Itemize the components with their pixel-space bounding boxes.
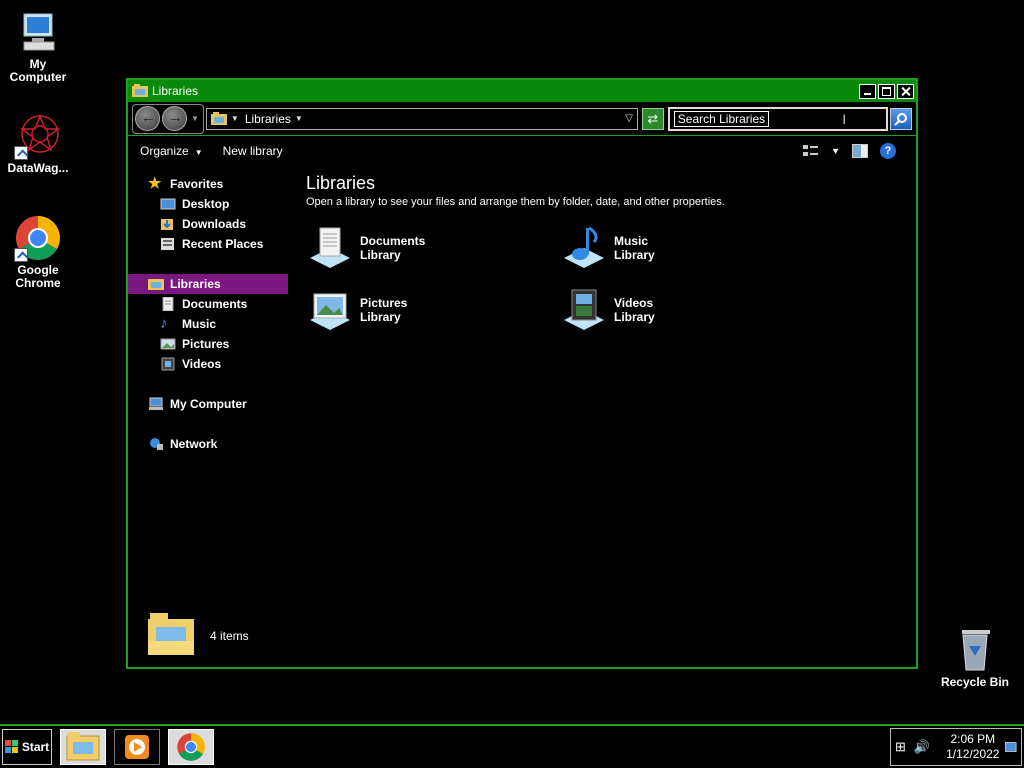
organize-button[interactable]: Organize ▼ — [140, 144, 203, 158]
nav-network[interactable]: Network — [128, 434, 288, 454]
preview-pane-icon[interactable] — [852, 144, 868, 158]
computer-icon — [148, 397, 164, 411]
library-item-videos[interactable]: Videos Library — [560, 286, 814, 334]
documents-library-icon — [306, 224, 354, 272]
desktop-icon-recycle-bin[interactable]: Recycle Bin — [936, 626, 1014, 689]
music-library-icon — [560, 224, 608, 272]
desktop-icon-label: Google Chrome — [15, 263, 61, 290]
desktop-icon-label: DataWag... — [7, 161, 69, 175]
windows-logo-icon — [4, 740, 18, 753]
volume-icon[interactable]: 🔊 — [914, 739, 930, 755]
taskbar: Start ⊞ 🔊 2:06 PM 1/12/2022 — [0, 724, 1024, 768]
computer-icon — [14, 8, 62, 56]
back-button[interactable] — [135, 106, 160, 131]
breadcrumb-arrow-icon[interactable]: ▼ — [231, 114, 239, 123]
desktop-icon — [160, 197, 176, 211]
explorer-icon — [66, 732, 100, 761]
taskbar-media-player-button[interactable] — [114, 729, 160, 765]
explorer-window: Libraries ▼ ▼ Libraries ▼ ▽ ⇄ Search Lib… — [126, 78, 918, 669]
nav-libraries[interactable]: Libraries — [128, 274, 288, 294]
nav-my-computer[interactable]: My Computer — [128, 394, 288, 414]
page-description: Open a library to see your files and arr… — [306, 196, 725, 208]
library-grid: Documents Library Music Library Pictures Li… — [306, 224, 916, 334]
desktop-icon-my-computer[interactable]: My Computer — [0, 8, 76, 84]
documents-icon — [160, 296, 176, 312]
search-icon — [894, 112, 908, 126]
recent-places-icon — [160, 237, 176, 251]
maximize-button[interactable] — [878, 83, 895, 99]
libraries-icon — [210, 111, 227, 125]
network-tray-icon[interactable]: ⊞ — [895, 739, 906, 755]
breadcrumb-arrow-icon[interactable]: ▼ — [295, 114, 303, 123]
desktop-icon-datawag[interactable]: DataWag... — [0, 112, 76, 175]
nav-recent-places[interactable]: Recent Places — [128, 234, 288, 254]
desktop-icon-google-chrome[interactable]: Google Chrome — [0, 214, 76, 290]
libraries-icon — [148, 277, 164, 291]
nav-videos[interactable]: Videos — [128, 354, 288, 374]
navigation-bar: ▼ ▼ Libraries ▼ ▽ ⇄ Search Libraries I — [128, 102, 916, 136]
breadcrumb[interactable]: Libraries — [245, 112, 291, 126]
library-item-music[interactable]: Music Library — [560, 224, 814, 272]
library-item-pictures[interactable]: Pictures Library — [306, 286, 560, 334]
details-pane: 4 items — [128, 605, 916, 667]
forward-button[interactable] — [162, 106, 187, 131]
search-placeholder: Search Libraries — [673, 110, 770, 127]
datawag-icon — [14, 112, 62, 160]
nav-downloads[interactable]: Downloads — [128, 214, 288, 234]
address-dropdown-icon[interactable]: ▽ — [625, 113, 633, 124]
shortcut-arrow-icon — [14, 146, 28, 160]
close-button[interactable] — [897, 83, 914, 99]
network-icon — [148, 437, 164, 451]
help-icon[interactable]: ? — [880, 143, 896, 159]
desktop-icon-label: Recycle Bin — [940, 675, 1010, 689]
libraries-large-icon — [148, 612, 194, 660]
start-button[interactable]: Start — [2, 729, 52, 765]
shortcut-arrow-icon — [14, 248, 28, 262]
system-tray: ⊞ 🔊 2:06 PM 1/12/2022 — [890, 728, 1022, 766]
nav-favorites[interactable]: ★ Favorites — [128, 174, 288, 194]
minimize-button[interactable] — [859, 83, 876, 99]
chrome-icon — [177, 733, 205, 761]
command-bar: Organize ▼ New library ▼ ? — [128, 136, 916, 166]
text-cursor-icon: I — [842, 110, 847, 127]
nav-documents[interactable]: Documents — [128, 294, 288, 314]
star-icon: ★ — [148, 175, 162, 192]
address-bar[interactable]: ▼ Libraries ▼ ▽ — [205, 107, 638, 130]
content-pane: Libraries Open a library to see your fil… — [288, 166, 916, 636]
nav-pictures[interactable]: Pictures — [128, 334, 288, 354]
videos-library-icon — [560, 286, 608, 334]
clock[interactable]: 2:06 PM 1/12/2022 — [946, 732, 999, 762]
window-title: Libraries — [152, 84, 199, 98]
pictures-icon — [160, 337, 176, 351]
search-input[interactable]: Search Libraries I — [667, 106, 889, 131]
pictures-library-icon — [306, 286, 354, 334]
music-icon: ♪ — [160, 315, 168, 332]
nav-buttons: ▼ — [132, 103, 204, 134]
desktop-icon-label: My Computer — [9, 57, 67, 84]
refresh-button[interactable]: ⇄ — [641, 107, 664, 130]
nav-music[interactable]: ♪ Music — [128, 314, 288, 334]
new-library-button[interactable]: New library — [223, 144, 283, 158]
media-player-icon — [125, 735, 149, 759]
videos-icon — [160, 357, 176, 371]
change-view-icon[interactable] — [803, 144, 819, 158]
taskbar-explorer-button[interactable] — [60, 729, 106, 765]
search-button[interactable] — [890, 107, 912, 130]
recycle-bin-icon — [951, 626, 999, 674]
recent-pages-dropdown[interactable]: ▼ — [191, 114, 199, 123]
taskbar-chrome-button[interactable] — [168, 729, 214, 765]
library-item-documents[interactable]: Documents Library — [306, 224, 560, 272]
item-count: 4 items — [210, 629, 249, 643]
libraries-icon — [132, 84, 148, 97]
title-bar[interactable]: Libraries — [128, 80, 916, 102]
show-desktop-icon[interactable] — [1005, 741, 1017, 753]
downloads-icon — [160, 217, 176, 231]
page-title: Libraries — [306, 173, 376, 193]
navigation-pane: ★ Favorites Desktop Downloads Recent Pla… — [128, 166, 288, 636]
view-options-dropdown[interactable]: ▼ — [831, 146, 840, 156]
nav-desktop[interactable]: Desktop — [128, 194, 288, 214]
chrome-icon — [14, 214, 62, 262]
